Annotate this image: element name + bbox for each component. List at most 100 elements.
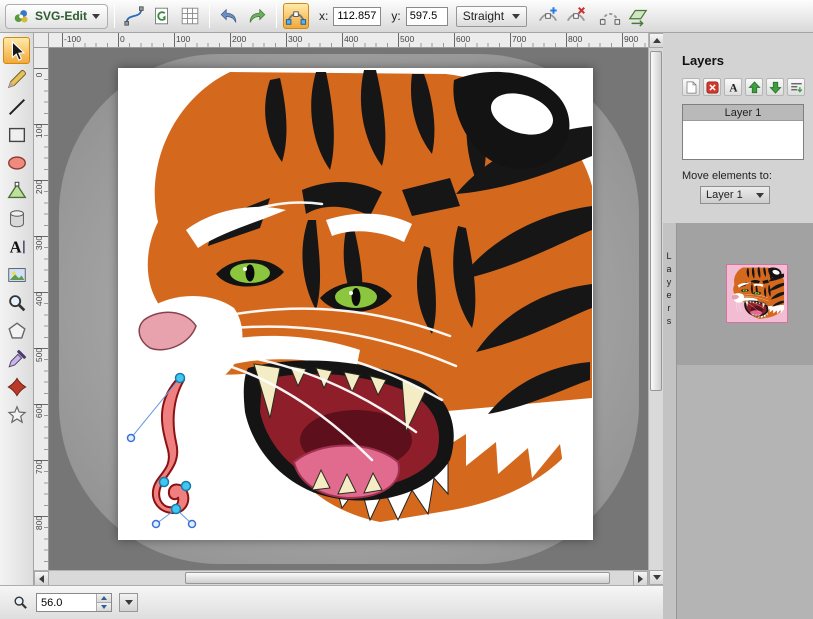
drawing-thumbnail[interactable] xyxy=(726,264,788,323)
open-path-button[interactable] xyxy=(597,3,623,29)
y-coordinate-input[interactable] xyxy=(406,7,448,26)
ruler-label: 500 xyxy=(400,34,414,44)
magnifier-icon xyxy=(6,292,28,314)
scroll-up-button[interactable] xyxy=(649,33,664,48)
arrow-right-icon xyxy=(638,575,643,583)
edit-path-overlay[interactable] xyxy=(118,366,228,538)
flatten-button[interactable] xyxy=(625,3,651,29)
control-handle[interactable] xyxy=(189,521,196,528)
rectangle-icon xyxy=(6,124,28,146)
svg-canvas[interactable] xyxy=(118,68,593,540)
control-handle[interactable] xyxy=(153,521,160,528)
clone-button[interactable] xyxy=(149,3,175,29)
horizontal-scroll-thumb[interactable] xyxy=(185,572,610,584)
arrow-down-icon xyxy=(101,605,107,609)
star-tool[interactable] xyxy=(3,401,30,428)
delete-node-icon xyxy=(565,5,587,27)
delete-node-button[interactable] xyxy=(563,3,589,29)
path-node[interactable] xyxy=(182,482,191,491)
delete-layer-button[interactable] xyxy=(703,78,721,96)
top-toolbar: SVG-Edit x: y: Straight xyxy=(0,0,813,33)
vertical-scroll-thumb[interactable] xyxy=(650,51,662,391)
x-coordinate-input[interactable] xyxy=(333,7,381,26)
shapes-flower-tool[interactable] xyxy=(3,373,30,400)
pencil-tool[interactable] xyxy=(3,65,30,92)
ruler-label: 600 xyxy=(456,34,470,44)
rect-tool[interactable] xyxy=(3,121,30,148)
pen-curve-icon xyxy=(123,5,145,27)
eyedropper-icon xyxy=(6,348,28,370)
vertical-scrollbar[interactable] xyxy=(648,33,663,585)
zoom-control xyxy=(36,593,112,612)
panel-lower-area xyxy=(677,365,813,619)
redo-icon xyxy=(246,5,268,27)
ellipse-tool[interactable] xyxy=(3,149,30,176)
layers-collapse-handle[interactable]: Layers xyxy=(663,223,677,619)
select-tool[interactable] xyxy=(3,37,30,64)
eyedropper-tool[interactable] xyxy=(3,345,30,372)
undo-icon xyxy=(218,5,240,27)
tiger-thumbnail-artwork xyxy=(729,267,785,321)
shape-library-tool[interactable] xyxy=(3,205,30,232)
text-tool[interactable]: A xyxy=(3,233,30,260)
pen-curve-button[interactable] xyxy=(121,3,147,29)
list-more-icon xyxy=(789,80,804,95)
redo-button[interactable] xyxy=(244,3,270,29)
ruler-label: 800 xyxy=(568,34,582,44)
scroll-left-button[interactable] xyxy=(34,571,49,586)
ruler-label: 500 xyxy=(34,346,44,364)
zoom-tool[interactable] xyxy=(3,289,30,316)
zoom-magnifier-icon xyxy=(12,594,29,611)
grid-button[interactable] xyxy=(177,3,203,29)
zoom-spinner-down[interactable] xyxy=(96,602,111,611)
main-menu-button[interactable]: SVG-Edit xyxy=(5,4,108,29)
ruler-label: 300 xyxy=(34,234,44,252)
path-tool[interactable] xyxy=(3,177,30,204)
layer-list-empty-area xyxy=(683,121,803,159)
lower-layer-button[interactable] xyxy=(766,78,784,96)
move-elements-select[interactable]: Layer 1 xyxy=(700,186,770,204)
ruler-label: 700 xyxy=(512,34,526,44)
flatten-icon xyxy=(627,5,649,27)
scroll-right-button[interactable] xyxy=(633,571,648,586)
path-node[interactable] xyxy=(172,505,181,514)
scroll-down-button[interactable] xyxy=(649,570,664,585)
workarea[interactable] xyxy=(49,48,648,570)
layer-more-options-button[interactable] xyxy=(787,78,805,96)
zoom-preset-dropdown[interactable] xyxy=(119,593,138,612)
svg-edit-logo-icon xyxy=(13,8,30,25)
chevron-down-icon xyxy=(92,14,100,19)
edited-path-shape[interactable] xyxy=(153,376,188,513)
rename-layer-button[interactable]: A xyxy=(724,78,742,96)
segment-type-select[interactable]: Straight xyxy=(456,6,527,27)
ruler-label: 700 xyxy=(34,458,44,476)
ruler-label: 900 xyxy=(624,34,638,44)
add-node-button[interactable] xyxy=(535,3,561,29)
chevron-down-icon xyxy=(512,14,520,19)
arrow-down-icon xyxy=(653,575,661,580)
raise-layer-button[interactable] xyxy=(745,78,763,96)
control-handle[interactable] xyxy=(128,435,135,442)
open-path-icon xyxy=(599,5,621,27)
horizontal-scrollbar[interactable] xyxy=(34,570,648,585)
link-control-points-toggle[interactable] xyxy=(283,3,309,29)
tool-palette: A xyxy=(0,33,34,585)
text-icon: A xyxy=(6,236,28,258)
line-tool[interactable] xyxy=(3,93,30,120)
undo-button[interactable] xyxy=(216,3,242,29)
ruler-label: -100 xyxy=(64,34,81,44)
layers-panel-title: Layers xyxy=(682,53,805,68)
new-layer-button[interactable] xyxy=(682,78,700,96)
layers-side-tab-label: Layers xyxy=(664,251,674,329)
y-coordinate-label: y: xyxy=(391,9,400,23)
image-tool[interactable] xyxy=(3,261,30,288)
ruler-label: 400 xyxy=(34,290,44,308)
path-node[interactable] xyxy=(160,478,169,487)
zoom-spinner-up[interactable] xyxy=(96,594,111,602)
polygon-tool[interactable] xyxy=(3,317,30,344)
add-node-icon xyxy=(537,5,559,27)
chevron-down-icon xyxy=(756,193,764,198)
path-node[interactable] xyxy=(176,374,185,383)
layer-row[interactable]: Layer 1 xyxy=(683,105,803,121)
chevron-down-icon xyxy=(125,600,133,605)
